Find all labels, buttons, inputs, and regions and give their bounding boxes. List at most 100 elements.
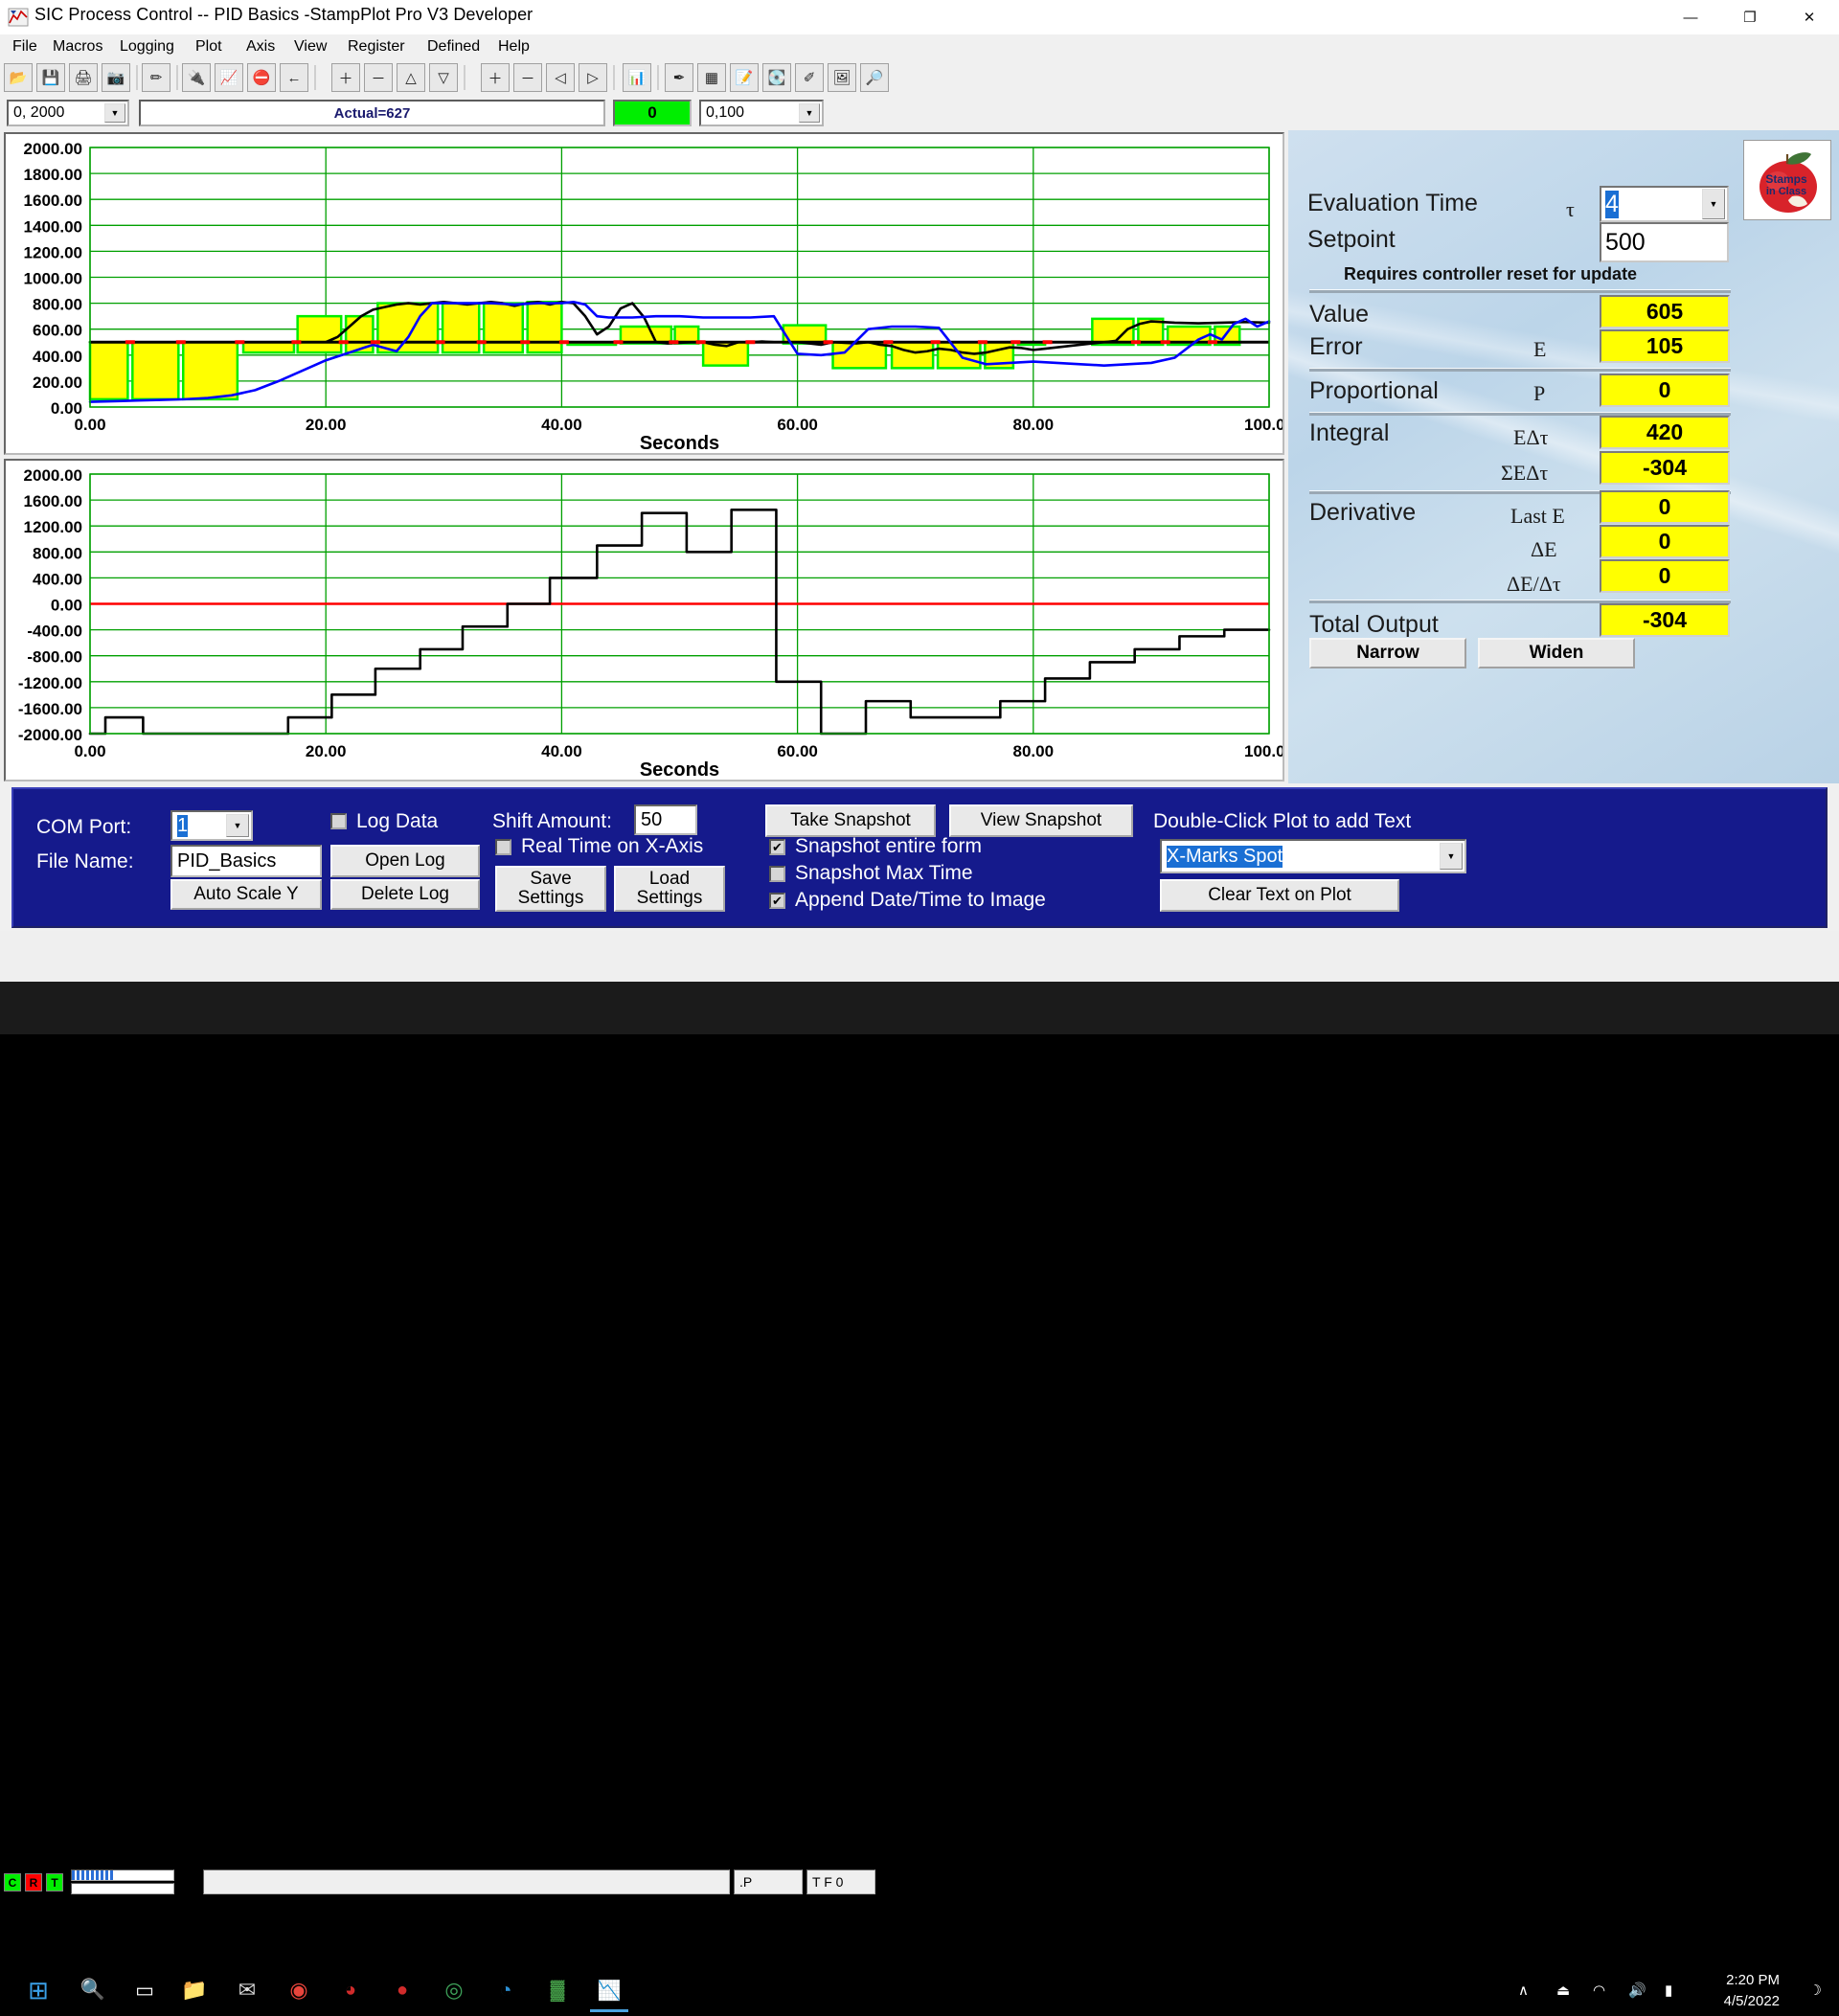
x-range-combo[interactable]: 0,100 ▼ — [699, 100, 824, 126]
menu-item-macros[interactable]: Macros — [45, 36, 110, 57]
chrome-beta-button[interactable]: ◎ — [435, 1971, 473, 2009]
blue-pen-button[interactable]: ✒ — [665, 63, 693, 92]
separator-1 — [1309, 289, 1731, 293]
view-snapshot-button[interactable]: View Snapshot — [949, 804, 1133, 837]
back-arrow-button[interactable]: ← — [280, 63, 308, 92]
menu-item-plot[interactable]: Plot — [188, 36, 230, 57]
status-text: Actual=627 — [333, 104, 411, 122]
snapshot-max-time-checkbox[interactable] — [769, 866, 785, 882]
volume-icon[interactable]: 🔊 — [1628, 1963, 1646, 2016]
narrow-button[interactable]: Narrow — [1309, 638, 1466, 668]
menu-item-defined[interactable]: Defined — [420, 36, 488, 57]
svg-text:100.00: 100.00 — [1244, 416, 1283, 434]
auto-scale-y-button[interactable]: Auto Scale Y — [170, 879, 322, 910]
menu-item-logging[interactable]: Logging — [112, 36, 182, 57]
take-snapshot-button[interactable]: Take Snapshot — [765, 804, 936, 837]
svg-text:1400.00: 1400.00 — [24, 217, 82, 236]
x-scroll-right-button[interactable]: ▷ — [579, 63, 607, 92]
battery-icon[interactable]: ▮ — [1665, 1963, 1672, 2016]
open-log-button[interactable]: Open Log — [330, 845, 480, 877]
svg-text:-800.00: -800.00 — [27, 648, 82, 667]
save-settings-button[interactable]: Save Settings — [495, 866, 606, 912]
chevron-down-icon[interactable]: ▼ — [104, 103, 125, 123]
clock[interactable]: 2:20 PM 4/5/2022 — [1724, 1970, 1780, 2012]
connect-button[interactable]: 🔌 — [182, 63, 211, 92]
parallax-red-button[interactable]: ● — [383, 1971, 421, 2009]
print-button[interactable]: 🖨 — [69, 63, 98, 92]
camera-snapshot-button[interactable]: 📷 — [102, 63, 130, 92]
chevron-down-icon[interactable]: ▼ — [226, 814, 249, 837]
load-settings-button[interactable]: Load Settings — [614, 866, 725, 912]
shift-amount-input[interactable]: 50 — [634, 804, 697, 835]
stampplot-button[interactable]: 📉 — [590, 1971, 628, 2012]
x-scroll-left-button[interactable]: ◁ — [546, 63, 575, 92]
edge-button[interactable]: ◔ — [487, 1971, 525, 2009]
log-data-checkbox[interactable] — [330, 813, 347, 829]
data-table-button[interactable]: ▦ — [697, 63, 726, 92]
y-zoom-in-button[interactable]: ＋ — [331, 63, 360, 92]
y-scroll-down-button[interactable]: ▽ — [429, 63, 458, 92]
svg-text:Stamps: Stamps — [1765, 172, 1807, 186]
menu-item-file[interactable]: File — [5, 36, 45, 57]
delta-error-rate-display: 0 — [1600, 559, 1730, 593]
chrome-button[interactable]: ◉ — [280, 1971, 318, 2009]
chevron-down-icon[interactable]: ▼ — [1702, 189, 1725, 219]
clear-text-on-plot-button[interactable]: Clear Text on Plot — [1160, 879, 1399, 912]
file-explorer-button[interactable]: 📁 — [175, 1971, 214, 2009]
stop-button[interactable]: ⛔ — [247, 63, 276, 92]
snapshot-entire-form-checkbox[interactable]: ✔ — [769, 839, 785, 855]
export-image-button[interactable]: 🖼 — [828, 63, 856, 92]
wifi-icon[interactable]: ◠ — [1593, 1963, 1605, 2016]
output-plot-chart[interactable]: -2000.00 -1600.00 -1200.00 -800.00 -400.00 0.… — [6, 461, 1283, 780]
y-range-combo[interactable]: 0, 2000 ▼ — [7, 100, 129, 126]
com-port-combo[interactable]: 1 ▼ — [170, 810, 253, 841]
start-button[interactable]: ⊞ — [19, 1971, 57, 2009]
menu-item-view[interactable]: View — [286, 36, 334, 57]
usb-eject-icon[interactable]: ⏏ — [1556, 1963, 1570, 2016]
menu-item-axis[interactable]: Axis — [238, 36, 283, 57]
evaluation-time-combo[interactable]: 4 ▼ — [1600, 186, 1729, 222]
plot-run-button[interactable]: 📈 — [215, 63, 243, 92]
y-zoom-out-button[interactable]: － — [364, 63, 393, 92]
x-zoom-out-button[interactable]: － — [513, 63, 542, 92]
menu-item-register[interactable]: Register — [340, 36, 413, 57]
menu-bar: File Macros Logging Plot Axis View Regis… — [0, 34, 1839, 59]
chevron-down-icon[interactable]: ▼ — [1440, 843, 1463, 870]
notifications-icon[interactable]: ☽ — [1809, 1963, 1822, 2016]
process-plot-chart[interactable]: 0.00 200.00 400.00 600.00 800.00 1000.00 1200.… — [6, 134, 1283, 453]
window-title: SIC Process Control -- PID Basics -Stamp… — [34, 5, 534, 24]
toolbar-separator-5 — [613, 65, 615, 90]
plot-text-combo[interactable]: X-Marks Spot ▼ — [1160, 839, 1466, 873]
delete-log-button[interactable]: Delete Log — [330, 879, 480, 910]
chart-window-button[interactable]: 📊 — [623, 63, 651, 92]
chevron-down-icon[interactable]: ▼ — [799, 103, 820, 123]
save-file-button[interactable]: 💾 — [36, 63, 65, 92]
pencil-draw-button[interactable]: ✏ — [142, 63, 170, 92]
notes-button[interactable]: 📝 — [730, 63, 759, 92]
parallax-button[interactable]: ◕ — [331, 1971, 370, 2009]
widen-button[interactable]: Widen — [1478, 638, 1635, 668]
measure-button[interactable]: ✐ — [795, 63, 824, 92]
y-scroll-up-button[interactable]: △ — [397, 63, 425, 92]
search-button[interactable]: 🔍 — [74, 1971, 112, 2009]
task-view-button[interactable]: ▭ — [125, 1971, 164, 2009]
x-zoom-in-button[interactable]: ＋ — [481, 63, 510, 92]
proportional-symbol: P — [1533, 381, 1546, 405]
open-file-button[interactable]: 📂 — [4, 63, 33, 92]
maximize-button[interactable]: ❐ — [1720, 0, 1780, 34]
mail-button[interactable]: ✉ — [228, 1971, 266, 2009]
file-name-input[interactable]: PID_Basics — [170, 845, 322, 877]
output-plot-panel[interactable]: -2000.00 -1600.00 -1200.00 -800.00 -400.00 0.… — [4, 459, 1284, 781]
setpoint-input[interactable]: 500 — [1600, 222, 1729, 262]
append-datetime-checkbox[interactable]: ✔ — [769, 893, 785, 909]
menu-item-help[interactable]: Help — [490, 36, 537, 57]
basic-stamp-button[interactable]: ▓ — [538, 1971, 577, 2009]
disk-button[interactable]: 💽 — [762, 63, 791, 92]
real-time-checkbox[interactable] — [495, 839, 511, 855]
process-plot-panel[interactable]: 0.00 200.00 400.00 600.00 800.00 1000.00 1200.… — [4, 132, 1284, 455]
led-connected: C — [4, 1873, 21, 1891]
magnifier-button[interactable]: 🔎 — [860, 63, 889, 92]
minimize-button[interactable]: — — [1661, 0, 1720, 34]
show-hidden-icons[interactable]: ∧ — [1518, 1963, 1529, 2016]
close-button[interactable]: ✕ — [1780, 0, 1839, 34]
